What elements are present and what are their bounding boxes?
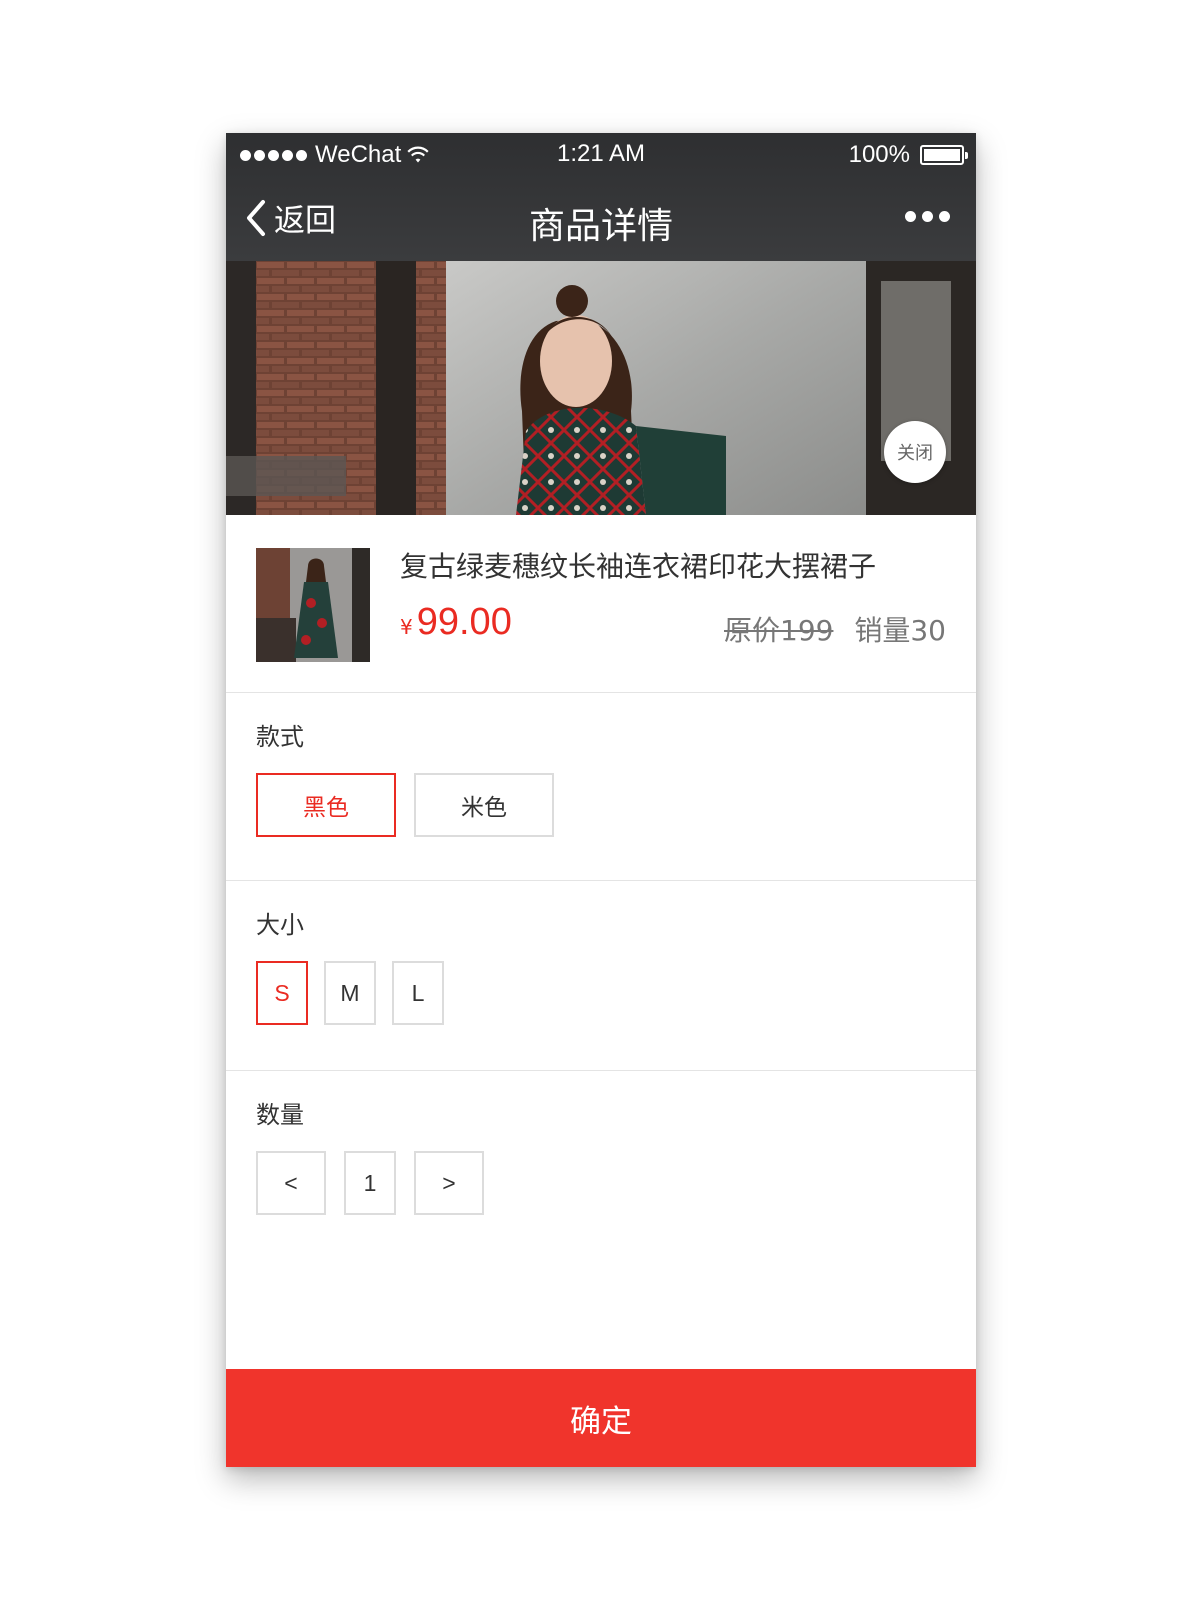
sales-count: 销量30	[854, 614, 946, 647]
size-option-m[interactable]: M	[324, 961, 376, 1025]
more-dots-icon[interactable]	[905, 211, 950, 222]
page-title: 商品详情	[528, 206, 673, 247]
style-option-beige[interactable]: 米色	[414, 773, 554, 837]
size-label: 大小	[256, 911, 304, 939]
style-label: 款式	[256, 723, 304, 751]
decrement-button[interactable]: <	[256, 1151, 326, 1215]
quantity-section: 数量 < 1 >	[226, 1071, 976, 1369]
size-option-l[interactable]: L	[392, 961, 444, 1025]
product-thumbnail	[256, 548, 370, 662]
phone-screen: WeChat 1:21 AM 100% 返回 商品详情 关闭 复古绿麦穗纹长袖连…	[226, 133, 976, 1467]
confirm-button[interactable]: 确定	[226, 1369, 976, 1467]
product-name: 复古绿麦穗纹长袖连衣裙印花大摆裙子	[400, 550, 877, 583]
price-meta: 原价199 销量30	[724, 609, 946, 649]
product-info: 复古绿麦穗纹长袖连衣裙印花大摆裙子 ¥ 99.00 原价199 销量30	[226, 515, 976, 693]
size-option-s[interactable]: S	[256, 961, 308, 1025]
top-bar: WeChat 1:21 AM 100% 返回 商品详情	[226, 133, 976, 261]
product-price: ¥ 99.00	[400, 601, 512, 644]
increment-button[interactable]: >	[414, 1151, 484, 1215]
style-option-black[interactable]: 黑色	[256, 773, 396, 837]
status-right: 100%	[848, 141, 968, 169]
style-options: 黑色 米色	[256, 773, 554, 837]
battery-percent: 100%	[848, 141, 910, 168]
currency-symbol: ¥	[400, 615, 413, 639]
status-bar: WeChat 1:21 AM 100%	[226, 133, 976, 173]
quantity-label: 数量	[256, 1101, 304, 1129]
product-banner: 关闭	[226, 261, 976, 515]
style-section: 款式 黑色 米色	[226, 693, 976, 881]
quantity-field[interactable]: 1	[344, 1151, 396, 1215]
price-value: 99.00	[416, 601, 512, 643]
size-section: 大小 S M L	[226, 881, 976, 1071]
nav-bar: 返回 商品详情	[226, 179, 976, 261]
size-options: S M L	[256, 961, 444, 1025]
quantity-stepper: < 1 >	[256, 1151, 484, 1215]
banner-image	[226, 261, 976, 515]
battery-icon	[920, 145, 968, 165]
close-button[interactable]: 关闭	[884, 421, 946, 483]
original-price: 原价199	[724, 614, 834, 647]
